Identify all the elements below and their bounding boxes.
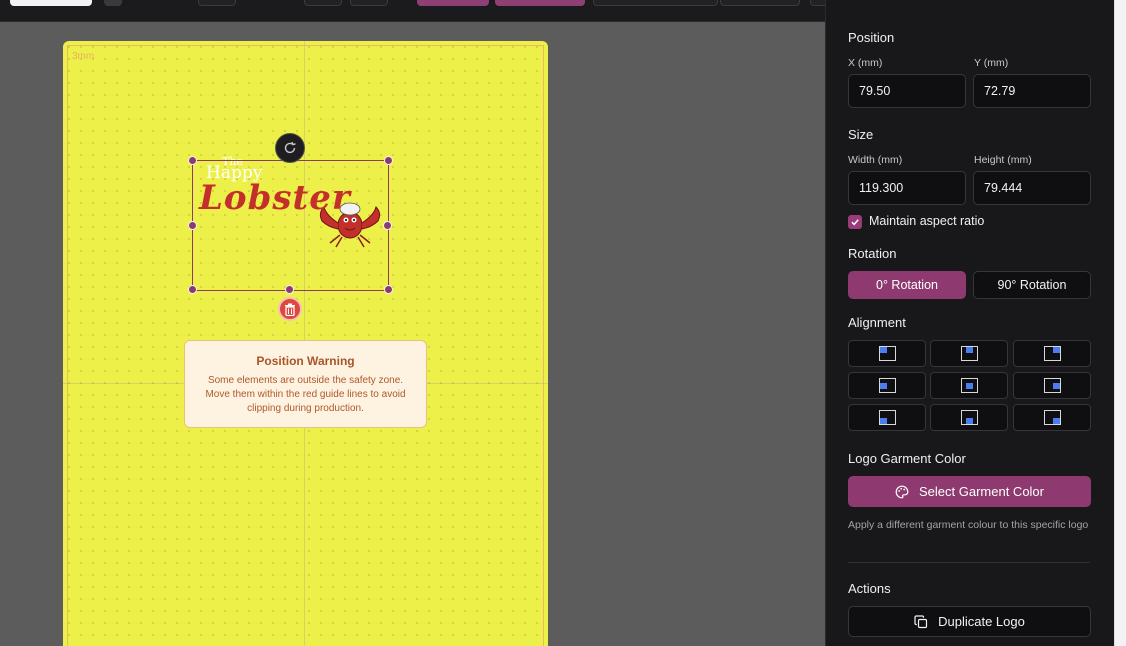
height-label: Height (mm) [974,154,1032,166]
align-middle-right-icon [1043,378,1061,393]
garment-color-section-title: Logo Garment Color [848,451,966,466]
size-section-title: Size [848,127,874,142]
toolbar-select[interactable] [593,0,718,6]
scrollbar[interactable] [1114,0,1126,646]
align-middle-left-icon [878,378,896,393]
align-top-left-button[interactable] [848,340,926,367]
align-middle-right-button[interactable] [1013,372,1091,399]
select-garment-color-button[interactable]: Select Garment Color [848,476,1091,507]
rotation-section-title: Rotation [848,246,897,261]
resize-handle-top-right[interactable] [384,156,393,165]
position-section-title: Position [848,30,895,45]
align-bottom-left-icon [878,410,896,425]
align-top-right-icon [1043,346,1061,361]
duplicate-logo-label: Duplicate Logo [938,614,1025,629]
toolbar-accent-button[interactable] [417,0,489,6]
actions-section-title: Actions [848,581,891,596]
garment-canvas[interactable]: 3mm The Happy Lobster Position Warning S… [63,41,548,646]
align-top-center-icon [960,346,978,361]
align-bottom-right-icon [1043,410,1061,425]
resize-handle-right[interactable] [383,221,392,230]
alignment-section-title: Alignment [848,315,906,330]
align-bottom-center-button[interactable] [930,404,1008,431]
y-position-input[interactable] [973,74,1091,108]
align-bottom-center-icon [960,410,978,425]
toolbar-button[interactable] [350,0,388,6]
x-position-input[interactable] [848,74,966,108]
delete-button[interactable] [278,297,302,321]
resize-handle-left[interactable] [188,221,197,230]
toolbar-accent-button[interactable] [495,0,585,6]
warning-title: Position Warning [256,354,355,368]
align-middle-center-button[interactable] [930,372,1008,399]
bleed-label: 3mm [72,51,95,62]
design-workspace: 3mm The Happy Lobster Position Warning S… [0,23,825,646]
aspect-ratio-label[interactable]: Maintain aspect ratio [869,214,984,228]
aspect-ratio-checkbox[interactable] [848,215,862,229]
rotate-icon [284,141,296,154]
x-label: X (mm) [848,57,883,69]
select-garment-color-label: Select Garment Color [919,484,1044,499]
rotate-button[interactable] [275,133,305,163]
rotation-0-button[interactable]: 0° Rotation [848,271,966,299]
trash-icon [285,303,295,316]
y-label: Y (mm) [974,57,1009,69]
width-input[interactable] [848,171,966,205]
palette-icon [895,485,909,498]
toolbar-button[interactable] [198,0,236,6]
height-input[interactable] [973,171,1091,205]
duplicate-logo-button[interactable]: Duplicate Logo [848,606,1091,637]
align-top-right-button[interactable] [1013,340,1091,367]
resize-handle-bottom[interactable] [285,285,294,294]
align-middle-center-icon [960,378,978,393]
checkmark-icon [851,219,859,226]
width-label: Width (mm) [848,154,903,166]
align-top-center-button[interactable] [930,340,1008,367]
align-bottom-right-button[interactable] [1013,404,1091,431]
toolbar-button[interactable] [304,0,342,6]
toolbar-icon[interactable] [104,0,122,6]
align-top-left-icon [878,346,896,361]
resize-handle-bottom-right[interactable] [384,285,393,294]
warning-message: Some elements are outside the safety zon… [205,375,406,414]
selection-box[interactable] [192,160,389,291]
position-warning: Position Warning Some elements are outsi… [184,340,427,428]
align-bottom-left-button[interactable] [848,404,926,431]
toolbar-select[interactable] [720,0,800,6]
section-divider [848,562,1090,563]
rotation-90-button[interactable]: 90° Rotation [973,271,1091,299]
resize-handle-top-left[interactable] [188,156,197,165]
duplicate-icon [914,614,928,628]
resize-handle-bottom-left[interactable] [188,285,197,294]
garment-color-helper-text: Apply a different garment colour to this… [848,519,1089,531]
toolbar-button[interactable] [10,0,92,6]
align-middle-left-button[interactable] [848,372,926,399]
